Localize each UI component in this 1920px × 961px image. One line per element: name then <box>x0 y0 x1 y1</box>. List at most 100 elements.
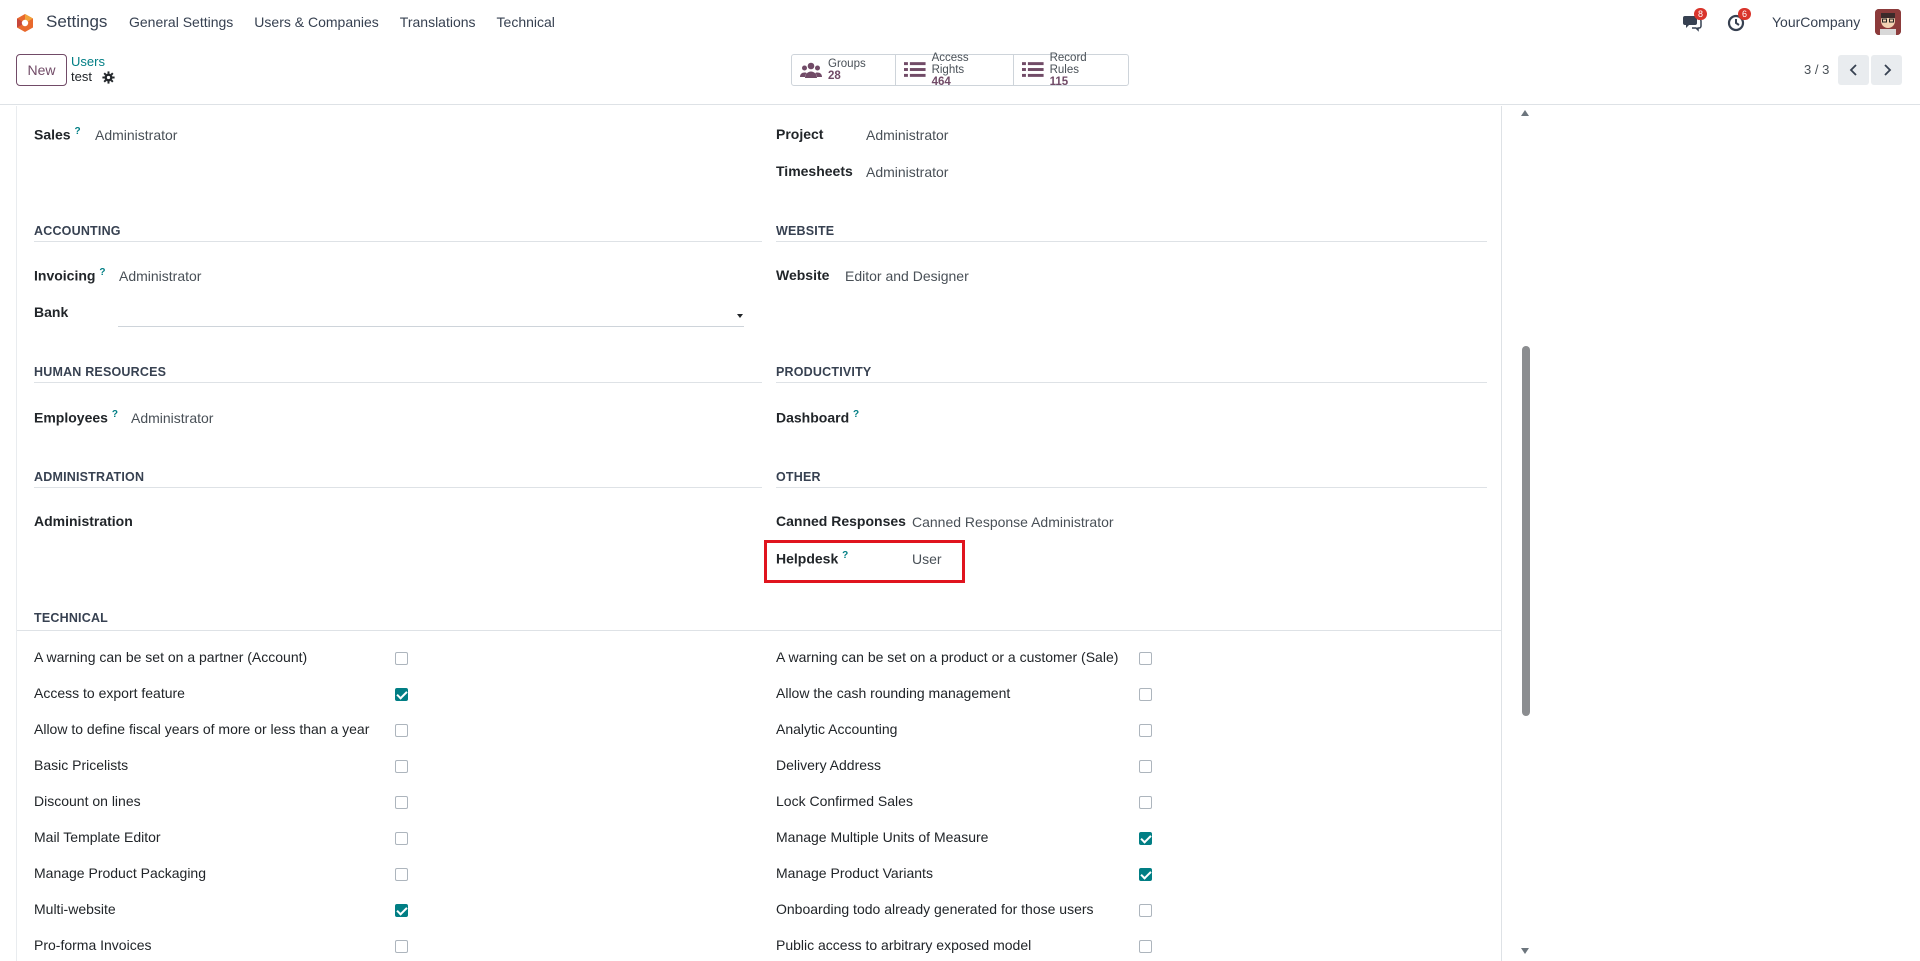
new-button[interactable]: New <box>16 54 67 86</box>
menu-general-settings[interactable]: General Settings <box>129 14 233 30</box>
technical-option-checkbox[interactable] <box>395 724 408 737</box>
website-value[interactable]: Editor and Designer <box>845 268 969 284</box>
messages-button[interactable]: 8 <box>1682 8 1708 34</box>
menu-technical[interactable]: Technical <box>497 14 555 30</box>
project-value[interactable]: Administrator <box>866 127 948 143</box>
messages-badge: 8 <box>1694 8 1708 20</box>
sales-value[interactable]: Administrator <box>95 127 177 143</box>
activities-button[interactable]: 6 <box>1726 8 1752 34</box>
help-tooltip-icon[interactable]: ? <box>99 267 105 278</box>
smart-buttons: Groups 28 Access Rights 464 Record Rules… <box>791 52 1129 88</box>
technical-option-label: Manage Product Variants <box>776 865 933 881</box>
technical-option-checkbox[interactable] <box>395 868 408 881</box>
scroll-up-icon[interactable] <box>1521 110 1529 116</box>
technical-option-label: Allow the cash rounding management <box>776 685 1011 701</box>
technical-option-label: Analytic Accounting <box>776 721 898 737</box>
technical-option-checkbox[interactable] <box>1139 904 1152 917</box>
app-name[interactable]: Settings <box>46 12 107 32</box>
activities-badge: 6 <box>1738 8 1752 20</box>
dashboard-label: Dashboard ? <box>776 409 860 426</box>
access-rights-label: Access Rights <box>931 52 969 76</box>
top-navbar: Settings General Settings Users & Compan… <box>0 0 1920 45</box>
technical-option-checkbox[interactable] <box>395 832 408 845</box>
chevron-left-icon <box>1849 64 1857 76</box>
technical-option-checkbox[interactable] <box>1139 940 1152 953</box>
technical-option-label: Allow to define fiscal years of more or … <box>34 721 370 737</box>
technical-option-checkbox[interactable] <box>395 760 408 773</box>
bank-label: Bank <box>34 304 69 320</box>
pager-previous-button[interactable] <box>1838 55 1869 85</box>
technical-option-checkbox[interactable] <box>1139 724 1152 737</box>
list-icon <box>1022 62 1044 77</box>
technical-option-label: Public access to arbitrary exposed model <box>776 937 1032 953</box>
invoicing-value[interactable]: Administrator <box>119 268 201 284</box>
technical-option-label: Lock Confirmed Sales <box>776 793 913 809</box>
technical-option-checkbox[interactable] <box>395 940 408 953</box>
app-logo-icon[interactable] <box>15 13 35 33</box>
record-rules-label: Record Rules <box>1049 52 1087 76</box>
pager-next-button[interactable] <box>1871 55 1902 85</box>
technical-option-checkbox[interactable] <box>395 688 408 701</box>
technical-option-checkbox[interactable] <box>395 904 408 917</box>
menu-users-companies[interactable]: Users & Companies <box>254 14 379 30</box>
technical-option-checkbox[interactable] <box>395 652 408 665</box>
menu-translations[interactable]: Translations <box>400 14 476 30</box>
access-rights-count: 464 <box>931 76 951 88</box>
groups-count: 28 <box>828 70 841 82</box>
technical-option-label: Mail Template Editor <box>34 829 161 845</box>
breadcrumb-users[interactable]: Users <box>71 54 105 69</box>
avatar-icon <box>1875 9 1901 35</box>
help-tooltip-icon[interactable]: ? <box>112 409 118 420</box>
technical-option-label: Pro-forma Invoices <box>34 937 152 953</box>
gear-icon[interactable] <box>102 71 115 84</box>
technical-option-label: Access to export feature <box>34 685 185 701</box>
record-rules-stat-button[interactable]: Record Rules 115 <box>1014 52 1128 88</box>
chevron-right-icon <box>1883 64 1891 76</box>
top-menu: General Settings Users & Companies Trans… <box>129 14 576 30</box>
form-sheet: Sales ? Administrator Project Administra… <box>16 106 1502 961</box>
technical-option-label: A warning can be set on a product or a c… <box>776 649 1119 665</box>
control-panel: New Users test Groups 28 Access Rights 4… <box>0 45 1920 105</box>
groups-stat-button[interactable]: Groups 28 <box>792 55 896 85</box>
access-rights-stat-button[interactable]: Access Rights 464 <box>896 52 1014 88</box>
administration-label: Administration <box>34 513 133 529</box>
technical-option-checkbox[interactable] <box>395 796 408 809</box>
sales-label: Sales ? <box>34 126 81 143</box>
website-section-title: WEBSITE <box>776 224 835 238</box>
breadcrumb-current: test <box>71 69 92 84</box>
technical-option-label: Multi-website <box>34 901 116 917</box>
technical-option-checkbox[interactable] <box>1139 688 1152 701</box>
bank-select[interactable] <box>118 326 744 327</box>
canned-responses-value[interactable]: Canned Response Administrator <box>912 514 1114 530</box>
invoicing-label: Invoicing ? <box>34 267 106 284</box>
technical-option-checkbox[interactable] <box>1139 652 1152 665</box>
scroll-down-icon[interactable] <box>1521 948 1529 954</box>
technical-option-label: Delivery Address <box>776 757 882 773</box>
technical-option-label: Manage Product Packaging <box>34 865 206 881</box>
pager-value[interactable]: 3 / 3 <box>1804 62 1829 77</box>
helpdesk-highlight-box <box>764 540 965 583</box>
technical-option-label: Discount on lines <box>34 793 141 809</box>
list-icon <box>904 62 926 77</box>
user-avatar[interactable] <box>1875 9 1901 35</box>
caret-down-icon[interactable] <box>737 314 743 318</box>
project-label: Project <box>776 126 824 142</box>
technical-option-checkbox[interactable] <box>1139 868 1152 881</box>
technical-section-title: TECHNICAL <box>34 611 109 625</box>
scrollbar-thumb[interactable] <box>1522 346 1530 716</box>
section-divider <box>34 487 762 488</box>
hr-section-title: HUMAN RESOURCES <box>34 365 167 379</box>
technical-option-checkbox[interactable] <box>1139 760 1152 773</box>
canned-responses-label: Canned Responses <box>776 513 906 529</box>
timesheets-value[interactable]: Administrator <box>866 164 948 180</box>
section-divider <box>776 382 1487 383</box>
technical-option-checkbox[interactable] <box>1139 796 1152 809</box>
technical-option-checkbox[interactable] <box>1139 832 1152 845</box>
employees-label: Employees ? <box>34 409 118 426</box>
employees-value[interactable]: Administrator <box>131 410 213 426</box>
help-tooltip-icon[interactable]: ? <box>74 126 80 137</box>
technical-option-label: Basic Pricelists <box>34 757 129 773</box>
company-switcher[interactable]: YourCompany <box>1772 14 1860 30</box>
help-tooltip-icon[interactable]: ? <box>853 409 859 420</box>
technical-option-label: Manage Multiple Units of Measure <box>776 829 989 845</box>
